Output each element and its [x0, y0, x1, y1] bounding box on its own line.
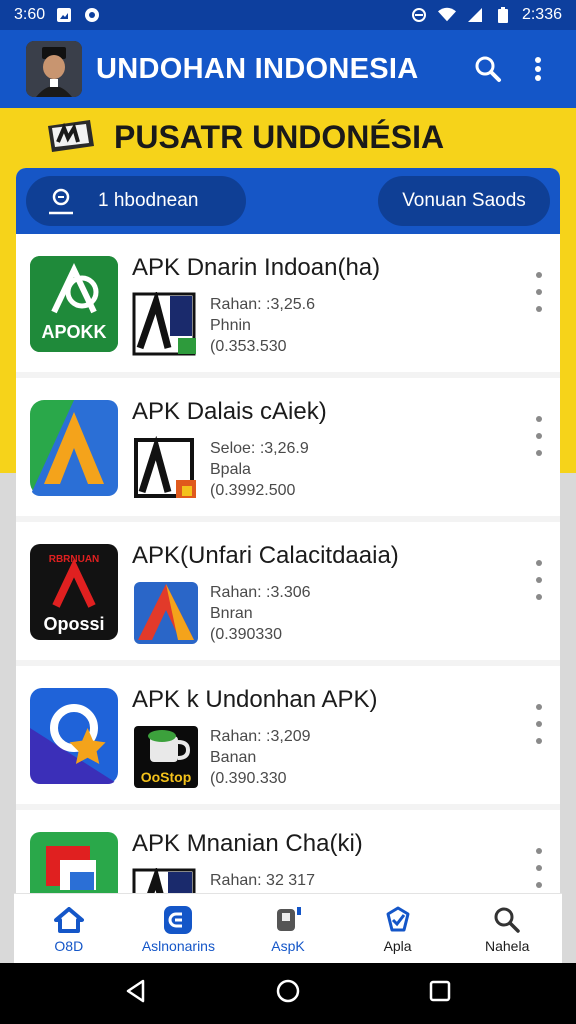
more-options-icon[interactable]	[528, 560, 550, 600]
nav-item-apla[interactable]: Apla	[343, 894, 453, 964]
meta-line: Rahan: :3.306	[210, 584, 311, 601]
apk-icon	[272, 905, 304, 935]
filter-chip-left[interactable]: 1 hbodnean	[26, 176, 246, 226]
nav-item-apk[interactable]: AspK	[233, 894, 343, 964]
list-item[interactable]: APK Dalais cAiek) Seloe: :3,26.9 Bpala (…	[16, 378, 560, 516]
gallery-notification-icon	[55, 6, 73, 24]
item-meta: Rahan: :3,25.6 Phnin (0.353.530	[210, 294, 315, 357]
meta-line: (0.3992.500	[210, 482, 296, 499]
meta-line: (0.390330	[210, 626, 283, 643]
filter-chip-right-label: Vonuan Saods	[402, 190, 526, 211]
item-meta: Rahan: 32 317	[210, 870, 315, 891]
more-options-icon[interactable]	[528, 704, 550, 744]
item-title: APK k Undonhan APK)	[132, 686, 378, 713]
more-options-icon[interactable]	[528, 272, 550, 312]
app-thumbnail-icon	[132, 580, 200, 646]
app-bar: UNDOHAN INDONESIA	[0, 30, 576, 108]
nav-item-label: AspK	[271, 937, 305, 954]
nav-item-label: O8D	[54, 937, 84, 954]
home-icon	[53, 905, 85, 935]
nav-item-label: Aslnonarins	[141, 937, 215, 954]
filter-chip-right[interactable]: Vonuan Saods	[378, 176, 550, 226]
avatar[interactable]	[26, 41, 82, 97]
meta-line: Banan	[210, 749, 257, 766]
back-icon[interactable]	[125, 979, 147, 1008]
nav-item-home[interactable]: O8D	[14, 894, 124, 964]
search-icon	[491, 905, 523, 935]
list-item[interactable]: APK Mnanian Cha(ki) Rahan: 32 317	[16, 810, 560, 893]
meta-line: Rahan: :3,25.6	[210, 296, 315, 313]
more-options-icon[interactable]	[528, 848, 550, 888]
check-shield-icon	[382, 905, 414, 935]
nav-item-search[interactable]: Nahela	[452, 894, 562, 964]
filter-bar: 1 hbodnean Vonuan Saods	[16, 168, 560, 234]
item-title: APK(Unfari Calacitdaaia)	[132, 542, 399, 569]
app-icon-label: Opossi	[43, 614, 104, 634]
wifi-icon	[437, 6, 456, 24]
status-time: 2:336	[521, 6, 562, 23]
meta-line: Bnran	[210, 605, 253, 622]
apps-icon	[162, 905, 194, 935]
list-item[interactable]: RBRNUAN Opossi APK(Unfari Calacitdaaia) …	[16, 522, 560, 660]
app-thumbnail-icon	[132, 865, 200, 893]
list-item[interactable]: APOKK APK Dnarin Indoan(ha) Rahan: :3,25…	[16, 234, 560, 372]
app-icon: RBRNUAN Opossi	[30, 544, 118, 640]
meta-line: (0.390.330	[210, 770, 287, 787]
chat-notification-icon	[83, 6, 101, 24]
meta-line: Rahan: :3,209	[210, 728, 311, 745]
item-title: APK Dnarin Indoan(ha)	[132, 254, 381, 281]
nav-item-apps[interactable]: Aslnonarins	[124, 894, 234, 964]
item-title: APK Dalais cAiek)	[132, 398, 327, 425]
signal-icon	[466, 6, 484, 24]
meta-line: (0.353.530	[210, 338, 287, 355]
app-icon	[30, 400, 118, 496]
filter-chip-left-label: 1 hbodnean	[98, 190, 199, 211]
app-icon	[30, 688, 118, 784]
system-nav-bar	[0, 963, 576, 1024]
list-item[interactable]: APK k Undonhan APK) OoStop Rahan: :3,209…	[16, 666, 560, 804]
item-meta: Rahan: :3,209 Banan (0.390.330	[210, 726, 311, 789]
search-icon[interactable]	[468, 49, 508, 89]
home-button-icon[interactable]	[276, 979, 300, 1008]
nav-item-label: Nahela	[484, 937, 530, 954]
app-icon-label: APOKK	[41, 322, 106, 342]
dnd-icon	[410, 6, 428, 24]
app-thumbnail-icon: OoStop	[132, 724, 200, 790]
app-thumbnail-icon	[132, 435, 200, 502]
item-title: APK Mnanian Cha(ki)	[132, 830, 363, 857]
app-title: UNDOHAN INDONESIA	[96, 52, 419, 85]
more-vert-icon[interactable]	[518, 49, 558, 89]
meta-line: Phnin	[210, 317, 251, 334]
app-thumbnail-icon	[132, 289, 200, 358]
meta-line: Bpala	[210, 461, 251, 478]
user-icon	[46, 187, 76, 215]
app-icon	[30, 832, 118, 893]
banner-title: PUSATR UNDONÉSIA	[114, 118, 445, 155]
more-options-icon[interactable]	[528, 416, 550, 456]
app-thumbnail-label: OoStop	[141, 769, 192, 785]
banner: PUSATR UNDONÉSIA	[44, 116, 444, 158]
meta-line: Seloe: :3,26.9	[210, 440, 309, 457]
item-meta: Seloe: :3,26.9 Bpala (0.3992.500	[210, 438, 309, 501]
clock: 3:60	[14, 6, 46, 23]
bottom-nav: O8D Aslnonarins AspK Apla Nahela	[14, 893, 562, 964]
meta-line: Rahan: 32 317	[210, 872, 315, 889]
app-list-card: 1 hbodnean Vonuan Saods APOKK APK Dnarin…	[16, 168, 560, 893]
item-meta: Rahan: :3.306 Bnran (0.390330	[210, 582, 311, 645]
status-bar: 3:60 2:336	[0, 0, 576, 30]
battery-icon	[494, 6, 512, 24]
banner-logo-icon	[44, 116, 96, 158]
nav-item-label: Apla	[383, 937, 412, 954]
recents-icon[interactable]	[429, 980, 451, 1007]
app-icon: APOKK	[30, 256, 118, 352]
